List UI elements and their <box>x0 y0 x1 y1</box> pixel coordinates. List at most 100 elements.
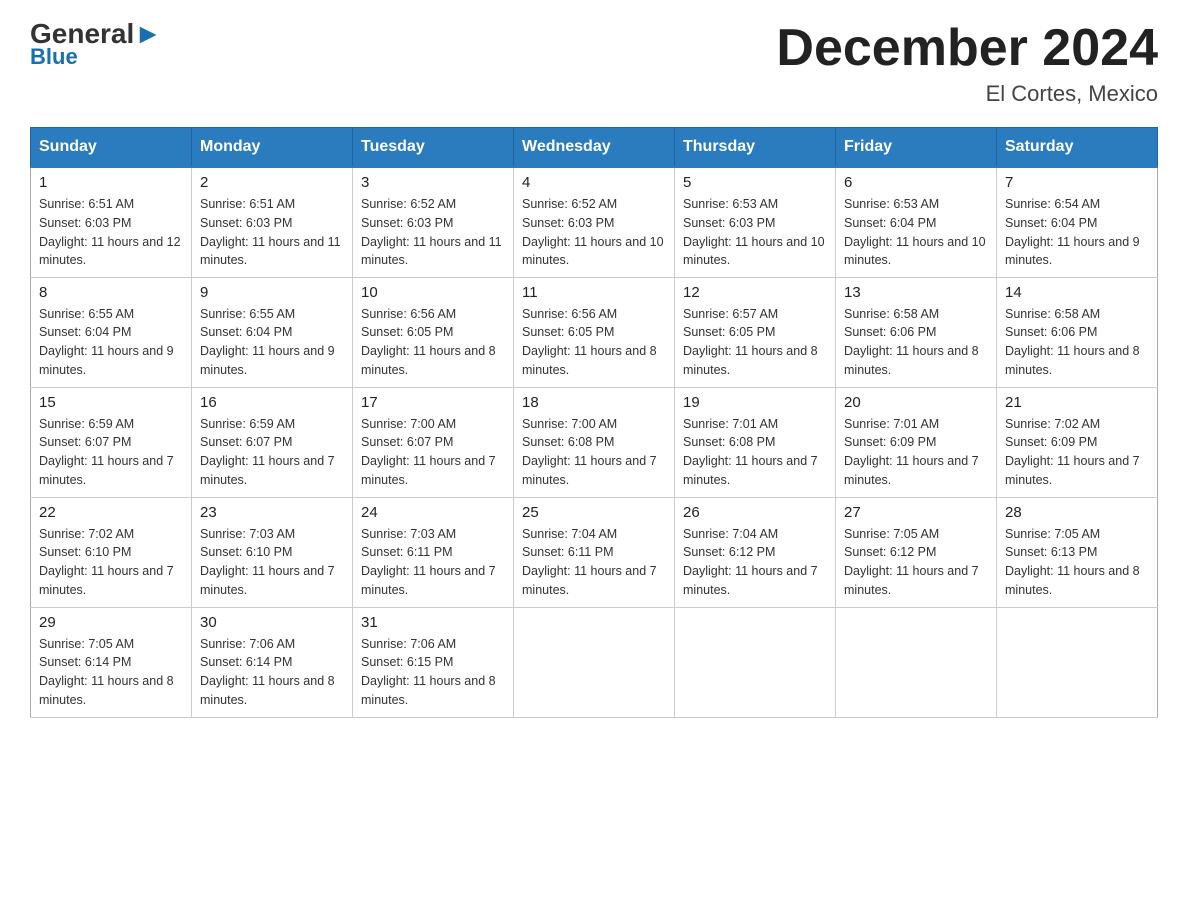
table-row: 25Sunrise: 7:04 AMSunset: 6:11 PMDayligh… <box>514 497 675 607</box>
day-number: 20 <box>844 394 988 411</box>
day-number: 9 <box>200 284 344 301</box>
day-number: 30 <box>200 614 344 631</box>
table-row: 6 Sunrise: 6:53 AMSunset: 6:04 PMDaylight… <box>836 167 997 277</box>
day-info: Sunrise: 6:51 AMSunset: 6:03 PMDaylight:… <box>200 195 344 270</box>
day-number: 16 <box>200 394 344 411</box>
table-row: 5Sunrise: 6:53 AMSunset: 6:03 PMDaylight… <box>675 167 836 277</box>
table-row: 28 Sunrise: 7:05 AMSunset: 6:13 PMDayligh… <box>997 497 1158 607</box>
day-number: 29 <box>39 614 183 631</box>
day-info: Sunrise: 6:58 AMSunset: 6:06 PMDaylight:… <box>1005 305 1149 380</box>
day-number: 21 <box>1005 394 1149 411</box>
day-info: Sunrise: 6:59 AMSunset: 6:07 PMDaylight:… <box>200 415 344 490</box>
table-row: 29 Sunrise: 7:05 AMSunset: 6:14 PMDayligh… <box>31 607 192 717</box>
day-info: Sunrise: 7:00 AMSunset: 6:07 PMDaylight:… <box>361 415 505 490</box>
table-row: 16 Sunrise: 6:59 AMSunset: 6:07 PMDayligh… <box>192 387 353 497</box>
day-info: Sunrise: 7:00 AMSunset: 6:08 PMDaylight:… <box>522 415 666 490</box>
table-row <box>514 607 675 717</box>
calendar-subtitle: El Cortes, Mexico <box>776 81 1158 107</box>
day-number: 26 <box>683 504 827 521</box>
day-number: 7 <box>1005 174 1149 191</box>
table-row: 27 Sunrise: 7:05 AMSunset: 6:12 PMDayligh… <box>836 497 997 607</box>
table-row: 13Sunrise: 6:58 AMSunset: 6:06 PMDayligh… <box>836 277 997 387</box>
table-row: 21 Sunrise: 7:02 AMSunset: 6:09 PMDayligh… <box>997 387 1158 497</box>
day-number: 28 <box>1005 504 1149 521</box>
table-row <box>675 607 836 717</box>
col-wednesday: Wednesday <box>514 128 675 168</box>
calendar-week-4: 22 Sunrise: 7:02 AMSunset: 6:10 PMDayligh… <box>31 497 1158 607</box>
table-row: 4 Sunrise: 6:52 AMSunset: 6:03 PMDaylight… <box>514 167 675 277</box>
day-number: 31 <box>361 614 505 631</box>
table-row: 12Sunrise: 6:57 AMSunset: 6:05 PMDayligh… <box>675 277 836 387</box>
calendar-week-2: 8 Sunrise: 6:55 AMSunset: 6:04 PMDaylight… <box>31 277 1158 387</box>
day-info: Sunrise: 7:05 AMSunset: 6:12 PMDaylight:… <box>844 525 988 600</box>
day-info: Sunrise: 6:54 AMSunset: 6:04 PMDaylight:… <box>1005 195 1149 270</box>
title-block: December 2024 El Cortes, Mexico <box>776 20 1158 107</box>
day-number: 12 <box>683 284 827 301</box>
day-info: Sunrise: 6:52 AMSunset: 6:03 PMDaylight:… <box>522 195 666 270</box>
table-row: 18 Sunrise: 7:00 AMSunset: 6:08 PMDayligh… <box>514 387 675 497</box>
calendar-header-row: Sunday Monday Tuesday Wednesday Thursday… <box>31 128 1158 168</box>
table-row <box>836 607 997 717</box>
table-row: 3 Sunrise: 6:52 AMSunset: 6:03 PMDaylight… <box>353 167 514 277</box>
day-info: Sunrise: 7:06 AMSunset: 6:15 PMDaylight:… <box>361 635 505 710</box>
day-info: Sunrise: 6:53 AMSunset: 6:04 PMDaylight:… <box>844 195 988 270</box>
day-number: 5 <box>683 174 827 191</box>
col-thursday: Thursday <box>675 128 836 168</box>
day-info: Sunrise: 6:55 AMSunset: 6:04 PMDaylight:… <box>200 305 344 380</box>
day-number: 2 <box>200 174 344 191</box>
day-info: Sunrise: 6:51 AMSunset: 6:03 PMDaylight:… <box>39 195 183 270</box>
day-number: 17 <box>361 394 505 411</box>
day-info: Sunrise: 7:06 AMSunset: 6:14 PMDaylight:… <box>200 635 344 710</box>
table-row: 8 Sunrise: 6:55 AMSunset: 6:04 PMDaylight… <box>31 277 192 387</box>
table-row: 19Sunrise: 7:01 AMSunset: 6:08 PMDayligh… <box>675 387 836 497</box>
table-row: 26 Sunrise: 7:04 AMSunset: 6:12 PMDayligh… <box>675 497 836 607</box>
table-row: 7 Sunrise: 6:54 AMSunset: 6:04 PMDaylight… <box>997 167 1158 277</box>
day-number: 4 <box>522 174 666 191</box>
table-row: 15Sunrise: 6:59 AMSunset: 6:07 PMDayligh… <box>31 387 192 497</box>
day-number: 3 <box>361 174 505 191</box>
day-info: Sunrise: 7:05 AMSunset: 6:14 PMDaylight:… <box>39 635 183 710</box>
day-number: 19 <box>683 394 827 411</box>
day-number: 10 <box>361 284 505 301</box>
calendar-title: December 2024 <box>776 20 1158 77</box>
day-info: Sunrise: 6:59 AMSunset: 6:07 PMDaylight:… <box>39 415 183 490</box>
table-row: 10 Sunrise: 6:56 AMSunset: 6:05 PMDayligh… <box>353 277 514 387</box>
day-info: Sunrise: 7:05 AMSunset: 6:13 PMDaylight:… <box>1005 525 1149 600</box>
day-number: 8 <box>39 284 183 301</box>
table-row <box>997 607 1158 717</box>
day-number: 22 <box>39 504 183 521</box>
day-number: 27 <box>844 504 988 521</box>
calendar-week-5: 29 Sunrise: 7:05 AMSunset: 6:14 PMDayligh… <box>31 607 1158 717</box>
calendar-week-1: 1 Sunrise: 6:51 AMSunset: 6:03 PMDaylight… <box>31 167 1158 277</box>
day-info: Sunrise: 6:55 AMSunset: 6:04 PMDaylight:… <box>39 305 183 380</box>
day-info: Sunrise: 7:03 AMSunset: 6:10 PMDaylight:… <box>200 525 344 600</box>
day-info: Sunrise: 7:01 AMSunset: 6:09 PMDaylight:… <box>844 415 988 490</box>
day-number: 25 <box>522 504 666 521</box>
col-saturday: Saturday <box>997 128 1158 168</box>
day-info: Sunrise: 6:56 AMSunset: 6:05 PMDaylight:… <box>361 305 505 380</box>
day-number: 23 <box>200 504 344 521</box>
day-number: 14 <box>1005 284 1149 301</box>
table-row: 17 Sunrise: 7:00 AMSunset: 6:07 PMDayligh… <box>353 387 514 497</box>
calendar-table: Sunday Monday Tuesday Wednesday Thursday… <box>30 127 1158 718</box>
logo: General► Blue <box>30 20 162 70</box>
table-row: 23 Sunrise: 7:03 AMSunset: 6:10 PMDayligh… <box>192 497 353 607</box>
table-row: 22 Sunrise: 7:02 AMSunset: 6:10 PMDayligh… <box>31 497 192 607</box>
day-number: 6 <box>844 174 988 191</box>
day-number: 18 <box>522 394 666 411</box>
day-info: Sunrise: 6:52 AMSunset: 6:03 PMDaylight:… <box>361 195 505 270</box>
table-row: 14 Sunrise: 6:58 AMSunset: 6:06 PMDayligh… <box>997 277 1158 387</box>
day-number: 1 <box>39 174 183 191</box>
day-number: 13 <box>844 284 988 301</box>
table-row: 24 Sunrise: 7:03 AMSunset: 6:11 PMDayligh… <box>353 497 514 607</box>
day-number: 24 <box>361 504 505 521</box>
day-info: Sunrise: 7:04 AMSunset: 6:12 PMDaylight:… <box>683 525 827 600</box>
day-info: Sunrise: 7:03 AMSunset: 6:11 PMDaylight:… <box>361 525 505 600</box>
day-info: Sunrise: 6:56 AMSunset: 6:05 PMDaylight:… <box>522 305 666 380</box>
day-info: Sunrise: 7:02 AMSunset: 6:10 PMDaylight:… <box>39 525 183 600</box>
day-number: 11 <box>522 284 666 301</box>
col-monday: Monday <box>192 128 353 168</box>
day-info: Sunrise: 7:02 AMSunset: 6:09 PMDaylight:… <box>1005 415 1149 490</box>
calendar-week-3: 15Sunrise: 6:59 AMSunset: 6:07 PMDayligh… <box>31 387 1158 497</box>
table-row: 11 Sunrise: 6:56 AMSunset: 6:05 PMDayligh… <box>514 277 675 387</box>
